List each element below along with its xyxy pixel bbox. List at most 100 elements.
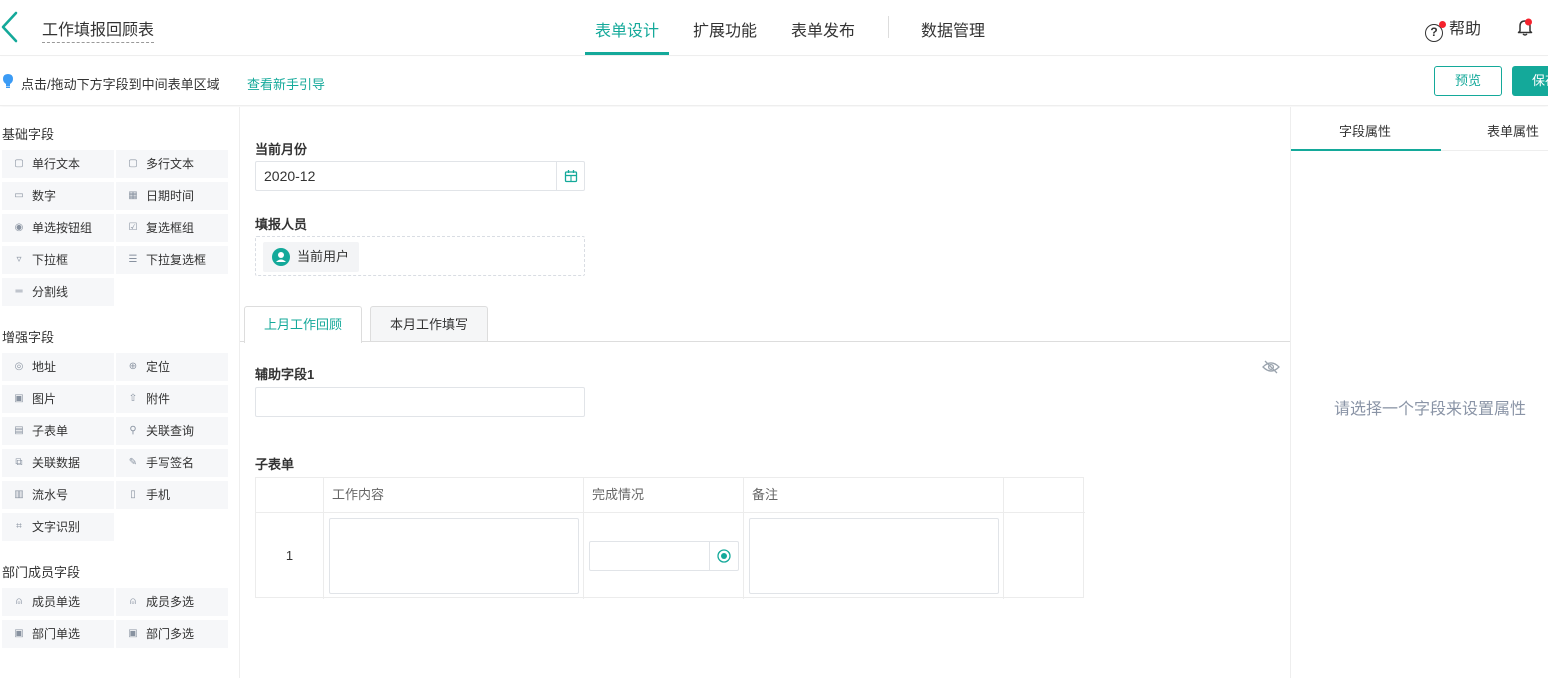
crosshair-icon: ⊕ (128, 361, 138, 372)
single-line-text-icon: ▢ (14, 158, 24, 169)
tab-form-publish[interactable]: 表单发布 (791, 17, 855, 41)
user-icon: ⍝ (16, 596, 22, 607)
subform-cell-work-content (324, 513, 584, 599)
field-member-single[interactable]: ⍝ 成员单选 (2, 588, 114, 616)
location-pin-icon: ◎ (14, 361, 24, 372)
completion-select[interactable] (589, 541, 739, 571)
tab-extensions[interactable]: 扩展功能 (693, 17, 757, 41)
serial-number-icon: ▥ (14, 489, 24, 500)
aux-field-input[interactable] (255, 387, 585, 417)
form-title[interactable]: 工作填报回顾表 (42, 16, 155, 43)
top-bar: 工作填报回顾表 表单设计 扩展功能 表单发布 数据管理 ? 帮助 (0, 0, 1548, 56)
subform-label: 子表单 (255, 457, 295, 472)
subform-col-completion: 完成情况 (584, 478, 744, 513)
field-member-multi[interactable]: ⍝ 成员多选 (116, 588, 228, 616)
properties-empty-text: 请选择一个字段来设置属性 (1334, 401, 1527, 418)
field-phone[interactable]: ▯ 手机 (116, 481, 228, 509)
back-arrow-icon[interactable] (0, 10, 22, 44)
hint-bar: 点击/拖动下方字段到中间表单区域 查看新手引导 (0, 57, 1548, 106)
calendar-icon[interactable] (564, 169, 578, 183)
properties-panel: 字段属性 表单属性 请选择一个字段来设置属性 (1290, 107, 1548, 678)
field-link-query[interactable]: ⚲ 关联查询 (116, 417, 228, 445)
field-link-data[interactable]: ⧉ 关联数据 (2, 449, 114, 477)
subform-cell-notes (744, 513, 1004, 599)
field-dropdown[interactable]: ▿ 下拉框 (2, 246, 114, 274)
tab-data-management[interactable]: 数据管理 (921, 17, 985, 41)
month-label: 当前月份 (255, 142, 308, 157)
field-single-line-text[interactable]: ▢ 单行文本 (2, 150, 114, 178)
aux-field-label: 辅助字段1 (255, 367, 315, 382)
field-palette: 基础字段 ▢ 单行文本 ▢ 多行文本 ▭ 数字 ▦ 日期时间 ◉ 单选按钮组 ☑ 复选框组 … (0, 107, 240, 678)
link-data-icon: ⧉ (15, 457, 23, 468)
field-attachment[interactable]: ⇧ 附件 (116, 385, 228, 413)
field-department-single[interactable]: ▣ 部门单选 (2, 620, 114, 648)
active-tab-gap (245, 341, 361, 343)
ocr-icon: ⌗ (16, 521, 22, 532)
field-dropdown-multi[interactable]: ☰ 下拉复选框 (116, 246, 228, 274)
field-ocr[interactable]: ⌗ 文字识别 (2, 513, 114, 541)
subform-extra-header (1004, 478, 1085, 513)
subform-row-number: 1 (256, 513, 324, 599)
subform-icon: ▤ (14, 425, 24, 436)
field-radio-group[interactable]: ◉ 单选按钮组 (2, 214, 114, 242)
number-icon: ▭ (14, 190, 24, 201)
radio-icon: ◉ (14, 222, 24, 233)
bell-icon[interactable] (1517, 18, 1533, 36)
guide-link[interactable]: 查看新手引导 (247, 74, 325, 93)
upload-cloud-icon: ⇧ (128, 393, 138, 404)
tab-field-properties[interactable]: 字段属性 (1339, 121, 1391, 140)
field-subform[interactable]: ▤ 子表单 (2, 417, 114, 445)
multi-line-text-icon: ▢ (128, 158, 138, 169)
field-number[interactable]: ▭ 数字 (2, 182, 114, 210)
field-department-multi[interactable]: ▣ 部门多选 (116, 620, 228, 648)
subform-col-notes: 备注 (744, 478, 1004, 513)
tabs-baseline (240, 341, 1290, 342)
save-button[interactable]: 保存 (1512, 66, 1548, 96)
tab-form-properties[interactable]: 表单属性 (1487, 121, 1539, 140)
group-title-basic: 基础字段 (2, 127, 55, 142)
lightbulb-icon (3, 74, 13, 88)
calendar-icon: ▦ (128, 190, 138, 201)
field-signature[interactable]: ✎ 手写签名 (116, 449, 228, 477)
completion-divider (709, 542, 710, 570)
dropdown-multi-icon: ☰ (128, 254, 138, 265)
field-checkbox-group[interactable]: ☑ 复选框组 (116, 214, 228, 242)
field-datetime[interactable]: ▦ 日期时间 (116, 182, 228, 210)
preview-button[interactable]: 预览 (1434, 66, 1502, 96)
eye-hidden-icon[interactable] (1262, 360, 1280, 374)
help-button[interactable]: ? 帮助 (1425, 15, 1481, 42)
users-icon: ⍝ (130, 596, 136, 607)
field-divider[interactable]: ═ 分割线 (2, 278, 114, 306)
help-icon: ? (1425, 21, 1446, 42)
reporter-tag[interactable]: 当前用户 (263, 242, 360, 272)
notes-textarea[interactable] (749, 518, 999, 594)
help-label: 帮助 (1449, 21, 1482, 38)
dropdown-icon: ▿ (16, 254, 22, 265)
divider-icon: ═ (15, 286, 23, 297)
subform-cell-extra (1004, 513, 1085, 599)
field-address[interactable]: ◎ 地址 (2, 353, 114, 381)
pen-icon: ✎ (128, 457, 138, 468)
tab-form-design[interactable]: 表单设计 (595, 17, 659, 41)
checkbox-icon: ☑ (128, 222, 138, 233)
tab-this-month-fill[interactable]: 本月工作填写 (370, 306, 488, 342)
image-icon: ▣ (14, 393, 24, 404)
field-location[interactable]: ⊕ 定位 (116, 353, 228, 381)
user-avatar-icon (272, 248, 290, 266)
work-content-textarea[interactable] (329, 518, 579, 594)
radio-select-icon[interactable] (717, 549, 731, 563)
field-image[interactable]: ▣ 图片 (2, 385, 114, 413)
reporter-value: 当前用户 (297, 249, 350, 264)
notification-dot (1439, 21, 1446, 28)
field-serial-number[interactable]: ▥ 流水号 (2, 481, 114, 509)
link-search-icon: ⚲ (129, 425, 137, 436)
hint-text: 点击/拖动下方字段到中间表单区域 (21, 77, 220, 92)
month-field[interactable]: 2020-12 (255, 161, 585, 191)
group-title-enhanced: 增强字段 (2, 330, 55, 345)
departments-icon: ▣ (128, 628, 138, 639)
reporter-field[interactable]: 当前用户 (255, 236, 585, 276)
department-icon: ▣ (14, 628, 24, 639)
field-multi-line-text[interactable]: ▢ 多行文本 (116, 150, 228, 178)
tab-last-month-review[interactable]: 上月工作回顾 (244, 306, 362, 343)
group-title-members: 部门成员字段 (2, 565, 81, 580)
